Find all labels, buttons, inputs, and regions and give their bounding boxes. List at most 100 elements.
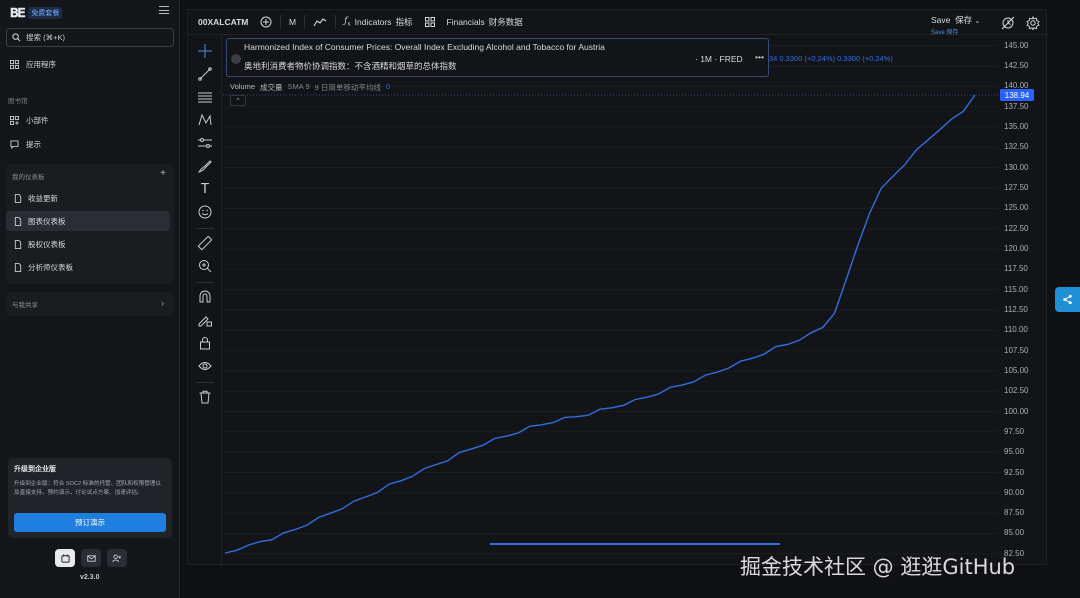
save-button[interactable]: Save 保存 ⌄ Save 保存: [931, 14, 980, 36]
chevron-down-icon: ⌄: [974, 18, 981, 25]
share-icon: [1063, 294, 1072, 305]
dashboard-item[interactable]: 分析师仪表板: [6, 257, 170, 277]
user-settings-button[interactable]: [107, 549, 127, 567]
crosshair-tool[interactable]: [196, 42, 214, 60]
document-icon: [14, 239, 22, 249]
y-tick-label: 90.00: [1004, 487, 1025, 497]
toolbar-divider: [280, 15, 281, 29]
tools-divider: [196, 282, 214, 283]
trendline-tool[interactable]: [196, 65, 214, 83]
sidebar: 𝐁𝐄 免费套餐 搜索 (⌘+K) 应用程序 图书馆 小部件 提示 我的仪表板 +…: [0, 0, 180, 598]
sma-label-zh: 9 日简单移动平均线: [314, 83, 381, 92]
brand: 𝐁𝐄 免费套餐: [10, 6, 63, 20]
collapse-legend-button[interactable]: ⌃: [230, 95, 246, 106]
financials-button[interactable]: Financials 财务数据: [447, 16, 523, 28]
chart-type-button[interactable]: [313, 17, 327, 27]
symbol-search[interactable]: 00XALCATM086NEST: [194, 17, 248, 27]
indicators-button[interactable]: ƒx Indicators 指标: [344, 16, 412, 28]
volume-label: Volume: [230, 82, 256, 91]
text-icon: T: [201, 181, 209, 197]
sidebar-item-widgets[interactable]: 小部件: [6, 110, 174, 130]
dashboard-label: 图表仪表板: [28, 216, 66, 226]
grid-icon: [424, 17, 435, 27]
sidebar-item-label: 小部件: [26, 115, 49, 125]
alert-clock-button[interactable]: [1001, 16, 1015, 30]
hide-tool[interactable]: [196, 357, 214, 375]
pencil-lock-icon: [198, 316, 212, 327]
line-chart-icon: [313, 18, 327, 27]
toolbar-divider: [304, 15, 306, 29]
y-tick-label: 112.50: [1004, 304, 1028, 314]
add-dashboard-icon[interactable]: +: [160, 168, 166, 179]
mail-button[interactable]: [81, 549, 101, 567]
zoom-tool[interactable]: [196, 257, 214, 275]
lock-all-tool[interactable]: [196, 334, 214, 352]
delete-tool[interactable]: [196, 388, 214, 406]
y-tick-label: 87.50: [1004, 508, 1025, 518]
dashboard-item[interactable]: 股权仪表板: [6, 234, 170, 254]
y-tick-label: 135.00: [1004, 122, 1029, 132]
brush-icon: [198, 160, 212, 173]
settings-button[interactable]: [1026, 15, 1040, 31]
mail-icon: [86, 554, 96, 562]
series-title: Harmonized Index of Consumer Prices: Ove…: [244, 42, 605, 52]
upgrade-title: 升级到企业版: [14, 466, 56, 473]
y-tick-label: 102.50: [1004, 386, 1029, 396]
interval-button[interactable]: M: [289, 17, 296, 27]
pattern-tool[interactable]: [196, 111, 214, 129]
sidebar-item-apps[interactable]: 应用程序: [6, 54, 174, 74]
chart-toolbar: 00XALCATM086NEST M ƒx Indicators 指标: [188, 10, 1048, 36]
upgrade-card: 升级到企业版 升级到企业版：符合 SOC2 标准的托管、团队和权限管理以及直接支…: [8, 458, 172, 538]
magnet-tool[interactable]: [196, 288, 214, 306]
compare-symbol-button[interactable]: [260, 16, 272, 28]
calendar-button[interactable]: [55, 549, 75, 567]
price-chart: [223, 45, 998, 555]
y-tick-label: 122.50: [1004, 223, 1029, 233]
user-icon: [112, 553, 122, 562]
price-axis[interactable]: 138.94 145.00 142.50 140.00 137.50 135.00 132…: [998, 36, 1048, 566]
y-tick-label: 92.50: [1004, 467, 1025, 477]
volume-legend: Volume 成交量 SMA 9 9 日简单移动平均线 0: [230, 82, 390, 93]
current-price-tag: 138.94: [1000, 89, 1034, 101]
time-scrollbar[interactable]: [490, 543, 780, 545]
layouts-button[interactable]: [424, 17, 435, 27]
hamburger-menu-icon[interactable]: [159, 6, 169, 16]
fib-tool[interactable]: [196, 88, 214, 106]
plus-circle-icon: [260, 16, 272, 28]
sidebar-item-prompts[interactable]: 提示: [6, 134, 174, 154]
dashboards-header: 我的仪表板: [12, 174, 45, 181]
y-tick-label: 85.00: [1004, 528, 1025, 538]
series-values: 34 0.3300 (+0.24%) 0.3300 (+0.24%): [769, 54, 893, 63]
y-tick-label: 140.00: [1004, 81, 1029, 91]
indicators-label-zh: 指标: [395, 17, 413, 27]
trash-icon: [199, 390, 211, 404]
calendar-icon: [60, 553, 70, 563]
y-tick-label: 137.50: [1004, 101, 1029, 111]
y-tick-label: 132.50: [1004, 142, 1029, 152]
emoji-tool[interactable]: [196, 203, 214, 221]
measure-tool[interactable]: [196, 234, 214, 252]
text-tool[interactable]: T: [196, 180, 214, 198]
save-label: Save: [931, 15, 951, 25]
search-input[interactable]: 搜索 (⌘+K): [6, 28, 174, 47]
crosshair-icon: [198, 44, 212, 58]
y-tick-label: 110.00: [1004, 325, 1028, 335]
upgrade-description: 升级到企业版：符合 SOC2 标准的托管、团队和权限管理以及直接支持。预约演示，…: [14, 481, 161, 496]
chart-plot-area[interactable]: [223, 36, 998, 566]
book-demo-button[interactable]: 预订演示: [14, 513, 166, 532]
y-tick-label: 100.00: [1004, 406, 1029, 416]
function-icon: ƒx: [344, 16, 351, 28]
sliders-icon: [198, 138, 212, 148]
dashboard-item[interactable]: 收益更新: [6, 188, 170, 208]
side-panel-toggle[interactable]: [1055, 287, 1080, 312]
dashboard-label: 收益更新: [28, 193, 58, 203]
more-options-icon[interactable]: •••: [755, 52, 764, 62]
library-section-label: 图书馆: [8, 98, 28, 105]
lock-drawing-tool[interactable]: [196, 311, 214, 329]
chevron-right-icon: ›: [161, 298, 164, 308]
brush-tool[interactable]: [196, 157, 214, 175]
shared-with-me[interactable]: 与我共享 ›: [6, 292, 174, 316]
projection-tool[interactable]: [196, 134, 214, 152]
gear-icon: [1026, 15, 1040, 31]
dashboard-item[interactable]: 图表仪表板: [6, 211, 170, 231]
